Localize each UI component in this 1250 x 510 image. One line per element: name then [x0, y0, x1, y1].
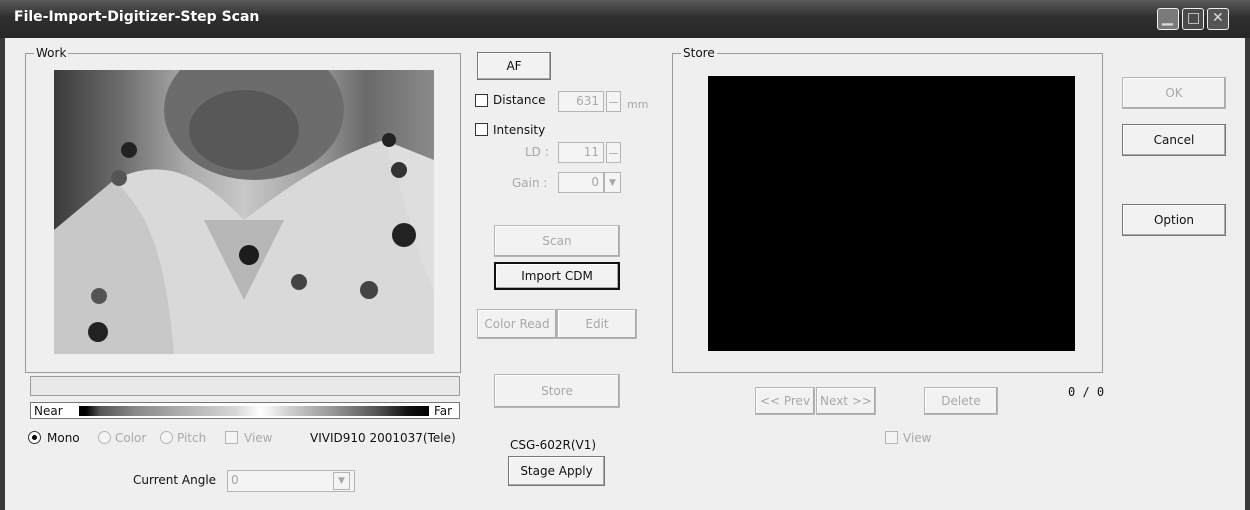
maximize-icon: □	[1187, 10, 1201, 26]
stage-model-label: CSG-602R(V1)	[510, 438, 597, 452]
ld-spinner[interactable]	[606, 142, 621, 163]
ld-field[interactable]: 11	[558, 142, 604, 163]
device-info: VIVID910 2001037(Tele)	[310, 431, 456, 445]
edit-button[interactable]: Edit	[557, 309, 637, 339]
current-angle-label: Current Angle	[133, 473, 217, 487]
gain-value: 0	[591, 175, 599, 189]
distance-field[interactable]: 631	[558, 91, 604, 112]
intensity-checkbox[interactable]	[475, 123, 488, 136]
far-label: Far	[434, 404, 453, 418]
current-angle-value: 0	[231, 473, 239, 487]
mode-pitch-radio[interactable]	[160, 431, 173, 444]
ld-label: LD :	[525, 145, 549, 159]
cancel-button[interactable]: Cancel	[1122, 124, 1226, 156]
next-button[interactable]: Next >>	[816, 387, 876, 415]
store-view-checkbox[interactable]	[885, 431, 898, 444]
mode-color-radio[interactable]	[98, 431, 111, 444]
af-button[interactable]: AF	[477, 52, 551, 80]
distance-checkbox[interactable]	[475, 94, 488, 107]
ld-value: 11	[583, 145, 599, 159]
dialog-body: Work Near Far Mono Color Pitch View VIVI…	[5, 38, 1245, 510]
store-preview	[708, 76, 1075, 351]
store-button[interactable]: Store	[494, 374, 620, 408]
stage-apply-button[interactable]: Stage Apply	[508, 456, 605, 486]
import-cdm-button[interactable]: Import CDM	[494, 262, 620, 290]
window-title: File-Import-Digitizer-Step Scan	[14, 9, 260, 25]
color-read-button[interactable]: Color Read	[477, 309, 557, 339]
scan-progress-bar	[30, 376, 460, 396]
ok-button[interactable]: OK	[1122, 77, 1226, 109]
work-view-label: View	[244, 431, 273, 445]
option-button[interactable]: Option	[1122, 204, 1226, 236]
mode-mono-label: Mono	[47, 431, 80, 445]
mode-color-label: Color	[115, 431, 147, 445]
scan-button[interactable]: Scan	[494, 225, 620, 257]
close-icon: ✕	[1212, 10, 1224, 26]
work-view-checkbox[interactable]	[225, 431, 238, 444]
distance-unit: mm	[627, 98, 649, 111]
app-window: File-Import-Digitizer-Step Scan ▁ □ ✕ Wo…	[0, 0, 1250, 510]
title-bar: File-Import-Digitizer-Step Scan ▁ □ ✕	[0, 0, 1250, 38]
intensity-label: Intensity	[493, 123, 546, 137]
work-group: Work	[25, 46, 461, 373]
depth-range-bar: Near Far	[30, 402, 460, 419]
minimize-button[interactable]: ▁	[1157, 8, 1179, 30]
mode-mono-radio[interactable]	[28, 431, 41, 444]
distance-label: Distance	[493, 93, 546, 107]
work-preview-image	[54, 70, 434, 354]
store-view-label: View	[903, 431, 932, 445]
current-angle-dropdown-icon[interactable]: ▼	[333, 472, 350, 490]
depth-gradient	[79, 406, 429, 416]
mode-pitch-label: Pitch	[177, 431, 207, 445]
store-count: 0 / 0	[1068, 385, 1105, 399]
gain-dropdown-icon[interactable]: ▼	[604, 172, 621, 193]
near-label: Near	[34, 404, 63, 418]
maximize-button[interactable]: □	[1182, 8, 1204, 30]
store-legend: Store	[681, 46, 717, 60]
close-button[interactable]: ✕	[1207, 8, 1229, 30]
delete-button[interactable]: Delete	[924, 387, 998, 415]
minimize-icon: ▁	[1162, 10, 1173, 26]
distance-value: 631	[576, 94, 599, 108]
gain-label: Gain :	[512, 176, 548, 190]
prev-button[interactable]: << Prev	[755, 387, 815, 415]
distance-spinner[interactable]	[606, 91, 621, 112]
gain-select[interactable]: 0	[558, 172, 604, 193]
work-legend: Work	[34, 46, 69, 60]
